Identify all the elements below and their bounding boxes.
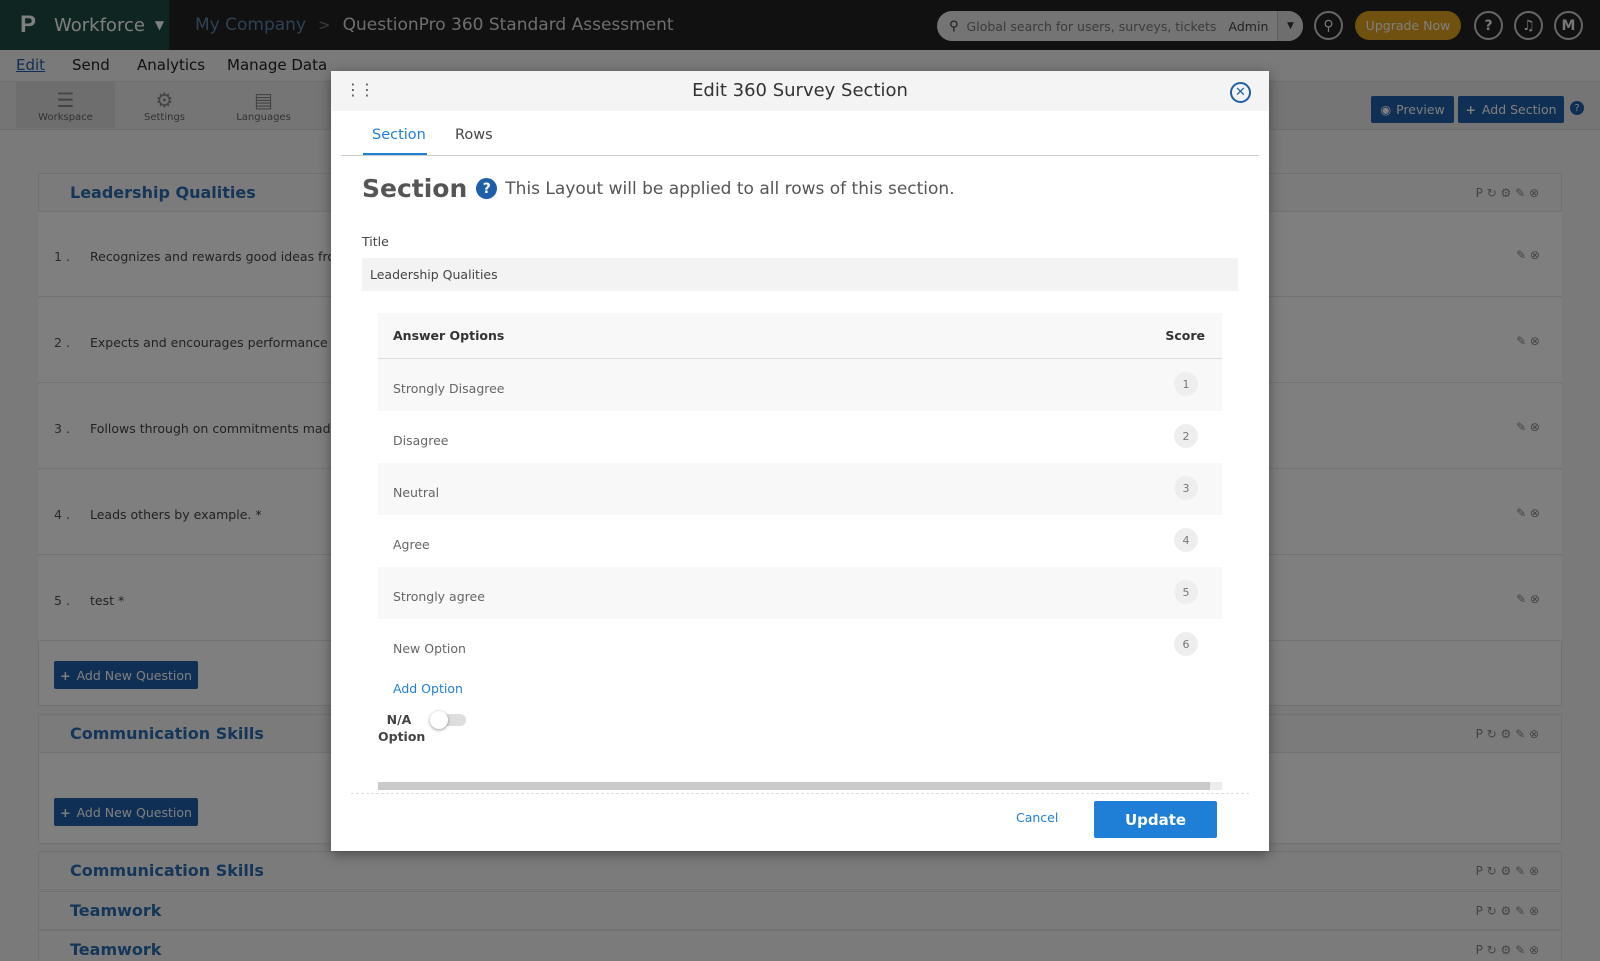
tab-rows[interactable]: Rows <box>455 127 493 143</box>
option-score[interactable]: 1 <box>1174 372 1198 396</box>
edit-section-modal: ⋮⋮ Edit 360 Survey Section ✕ Section Row… <box>331 71 1269 851</box>
option-label[interactable]: New Option <box>393 641 466 656</box>
option-label[interactable]: Neutral <box>393 485 439 500</box>
na-option-label-line2: Option <box>378 729 426 744</box>
option-score[interactable]: 3 <box>1174 476 1198 500</box>
footer-divider <box>351 793 1249 794</box>
table-row: Strongly agree 5 <box>378 567 1222 619</box>
option-label[interactable]: Strongly agree <box>393 589 485 604</box>
option-score[interactable]: 4 <box>1174 528 1198 552</box>
scrollbar-thumb[interactable] <box>378 782 1210 790</box>
option-score[interactable]: 6 <box>1174 632 1198 656</box>
header-answer-options: Answer Options <box>393 328 505 343</box>
update-button[interactable]: Update <box>1094 801 1217 838</box>
table-row: New Option 6 <box>378 619 1222 671</box>
horizontal-scrollbar[interactable] <box>378 782 1222 790</box>
options-body: Strongly Disagree 1 Disagree 2 Neutral 3… <box>378 359 1222 671</box>
tab-section[interactable]: Section <box>372 127 426 143</box>
toggle-knob <box>430 711 448 729</box>
table-header: Answer Options Score <box>378 313 1222 359</box>
title-label: Title <box>362 234 389 249</box>
table-row: Strongly Disagree 1 <box>378 359 1222 411</box>
modal-title: Edit 360 Survey Section <box>692 80 908 101</box>
na-option-toggle[interactable] <box>430 711 466 729</box>
option-label[interactable]: Agree <box>393 537 430 552</box>
table-row: Agree 4 <box>378 515 1222 567</box>
option-label[interactable]: Strongly Disagree <box>393 381 505 396</box>
na-option-label-line1: N/A <box>386 712 412 727</box>
answer-options-table: Answer Options Score Strongly Disagree 1… <box>378 313 1222 671</box>
cancel-button[interactable]: Cancel <box>1016 810 1058 825</box>
add-option-link[interactable]: Add Option <box>393 681 463 696</box>
option-score[interactable]: 2 <box>1174 424 1198 448</box>
section-heading: Section ? This Layout will be applied to… <box>362 174 955 203</box>
heading-text: Section <box>362 174 468 203</box>
heading-hint: This Layout will be applied to all rows … <box>505 178 955 199</box>
modal-tabs: Section Rows <box>341 111 1259 156</box>
active-tab-indicator <box>363 153 427 155</box>
option-score[interactable]: 5 <box>1174 580 1198 604</box>
option-label[interactable]: Disagree <box>393 433 448 448</box>
na-option-label: N/A Option <box>378 711 426 745</box>
close-icon[interactable]: ✕ <box>1230 82 1251 103</box>
modal-header: ⋮⋮ Edit 360 Survey Section ✕ <box>331 71 1269 111</box>
table-row: Neutral 3 <box>378 463 1222 515</box>
question-mark-icon[interactable]: ? <box>476 178 498 199</box>
table-row: Disagree 2 <box>378 411 1222 463</box>
title-input[interactable] <box>362 258 1238 291</box>
header-score: Score <box>1165 328 1205 343</box>
